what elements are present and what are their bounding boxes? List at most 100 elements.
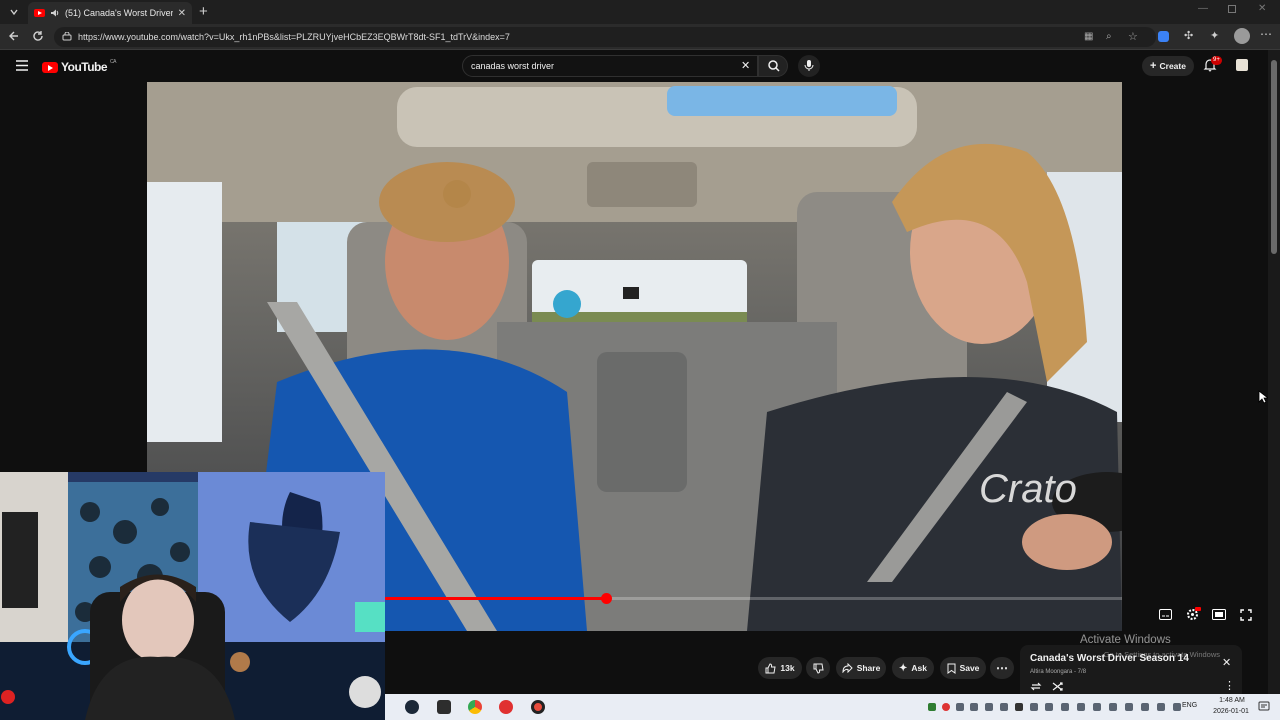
search-query: canadas worst driver <box>471 61 555 71</box>
file-explorer-icon[interactable] <box>437 700 451 714</box>
tray-icon-15[interactable] <box>1141 703 1149 711</box>
microphone-icon <box>804 60 814 71</box>
url-field[interactable]: https://www.youtube.com/watch?v=Ukx_rh1n… <box>54 27 1156 47</box>
tray-icon-5[interactable] <box>985 703 993 711</box>
tray-icon-17[interactable] <box>1173 703 1181 711</box>
hoodie-brand-text: Crato <box>979 467 1077 511</box>
tray-icon-4[interactable] <box>970 703 978 711</box>
youtube-favicon-icon <box>34 9 45 17</box>
back-icon[interactable] <box>8 30 20 42</box>
app-red-icon[interactable] <box>499 700 513 714</box>
search-button[interactable] <box>758 55 788 77</box>
share-arrow-icon <box>842 663 853 673</box>
browser-address-bar: https://www.youtube.com/watch?v=Ukx_rh1n… <box>0 24 1280 50</box>
search-input[interactable]: canadas worst driver ✕ <box>462 55 758 77</box>
profile-avatar[interactable] <box>1234 28 1250 44</box>
dislike-button[interactable] <box>806 657 830 679</box>
browser-tab-youtube[interactable]: (51) Canada's Worst Driver S ✕ <box>28 2 192 24</box>
close-window-icon[interactable]: ✕ <box>1258 3 1266 14</box>
subtitles-icon[interactable] <box>1159 609 1172 620</box>
youtube-header: YouTube CA canadas worst driver ✕ + Crea… <box>0 50 1268 82</box>
loop-icon[interactable] <box>1030 681 1042 692</box>
webcam-overlay <box>0 472 385 720</box>
sparkle-icon: ✦ <box>899 662 908 674</box>
voice-search-button[interactable] <box>798 55 820 77</box>
tray-icon-10[interactable] <box>1061 703 1069 711</box>
clear-search-icon[interactable]: ✕ <box>741 56 750 76</box>
minimize-window-icon[interactable]: — <box>1198 3 1208 14</box>
input-language[interactable]: ENG <box>1182 702 1197 709</box>
tray-icon-13[interactable] <box>1109 703 1117 711</box>
like-button[interactable]: 13k <box>758 657 802 679</box>
create-button[interactable]: + Create <box>1142 56 1194 76</box>
tab-list-chevron-icon[interactable] <box>8 6 20 18</box>
tray-icon-11[interactable] <box>1077 703 1085 711</box>
hd-badge <box>1195 607 1201 611</box>
hamburger-menu-icon[interactable] <box>16 60 28 71</box>
tray-icon-8[interactable] <box>1030 703 1038 711</box>
more-menu-icon[interactable]: ⋯ <box>1260 27 1272 41</box>
tray-icon-14[interactable] <box>1125 703 1133 711</box>
favorites-icon[interactable]: ✦ <box>1210 29 1219 42</box>
tray-icon-12[interactable] <box>1093 703 1101 711</box>
save-button[interactable]: Save <box>940 657 986 679</box>
url-text: https://www.youtube.com/watch?v=Ukx_rh1n… <box>78 32 510 42</box>
close-playlist-icon[interactable]: ✕ <box>1222 656 1231 669</box>
share-label: Share <box>856 663 881 673</box>
windows-taskbar: ENG 1:48 AM 2026-01-01 <box>385 694 1280 720</box>
playlist-menu-icon[interactable]: ⋮ <box>1224 679 1235 692</box>
fullscreen-icon[interactable] <box>1240 609 1252 621</box>
scrollbar-thumb[interactable] <box>1271 60 1277 254</box>
more-dots-icon: ⋯ <box>996 661 1008 675</box>
more-actions-button[interactable]: ⋯ <box>990 657 1014 679</box>
save-label: Save <box>959 663 980 673</box>
tray-icon-7[interactable] <box>1015 703 1023 711</box>
theater-mode-icon[interactable] <box>1212 609 1226 620</box>
like-count: 13k <box>780 663 795 673</box>
chrome-icon[interactable] <box>468 700 482 714</box>
tray-icon-9[interactable] <box>1045 703 1053 711</box>
shuffle-icon[interactable] <box>1052 681 1064 692</box>
maximize-window-icon[interactable] <box>1228 5 1236 13</box>
clock-time[interactable]: 1:48 AM <box>1209 697 1255 704</box>
extension-icon[interactable] <box>1158 31 1169 42</box>
notification-center-icon[interactable] <box>1258 701 1270 713</box>
mouse-cursor-icon <box>1258 390 1268 404</box>
extensions-puzzle-icon[interactable]: ✣ <box>1184 29 1193 42</box>
plus-icon: + <box>1150 60 1160 72</box>
tab-title: (51) Canada's Worst Driver S <box>65 8 173 18</box>
tray-icon-1[interactable] <box>928 703 936 711</box>
speaker-icon[interactable] <box>50 8 60 18</box>
account-avatar[interactable] <box>1236 59 1248 71</box>
video-progress-played <box>385 597 607 600</box>
tab-close-icon[interactable]: ✕ <box>178 8 186 19</box>
clock-date[interactable]: 2026-01-01 <box>1203 708 1259 715</box>
page-scrollbar[interactable] <box>1268 50 1280 694</box>
region-code: CA <box>110 59 116 65</box>
tray-icon-3[interactable] <box>956 703 964 711</box>
playlist-meta: Altira Moongara - 7/8 <box>1030 669 1087 675</box>
ask-label: Ask <box>911 663 927 673</box>
activate-windows-subtitle: Go to Settings to activate Windows. <box>1101 650 1220 659</box>
bookmark-icon <box>947 663 956 674</box>
activate-windows-title: Activate Windows <box>1080 634 1171 646</box>
reader-view-icon[interactable]: ▦ <box>1084 27 1093 47</box>
favorite-star-icon[interactable]: ☆ <box>1128 27 1138 47</box>
steam-icon[interactable] <box>405 700 419 714</box>
site-info-icon[interactable] <box>62 32 72 42</box>
notification-count-badge: 9+ <box>1211 56 1222 65</box>
app-dark-icon[interactable] <box>531 700 545 714</box>
youtube-logo-text: YouTube <box>61 60 108 74</box>
webcam-scene <box>0 472 385 720</box>
youtube-logo[interactable]: YouTube CA <box>42 59 116 74</box>
tray-icon-6[interactable] <box>1000 703 1008 711</box>
zoom-icon[interactable]: ⌕ <box>1106 27 1112 47</box>
tray-icon-16[interactable] <box>1157 703 1165 711</box>
share-button[interactable]: Share <box>836 657 886 679</box>
video-progress-bar[interactable] <box>385 593 1122 604</box>
ask-button[interactable]: ✦ Ask <box>892 657 934 679</box>
reload-icon[interactable] <box>32 30 44 42</box>
browser-tab-bar: (51) Canada's Worst Driver S ✕ + — ✕ <box>0 0 1280 24</box>
new-tab-icon[interactable]: + <box>199 3 208 20</box>
tray-icon-2[interactable] <box>942 703 950 711</box>
